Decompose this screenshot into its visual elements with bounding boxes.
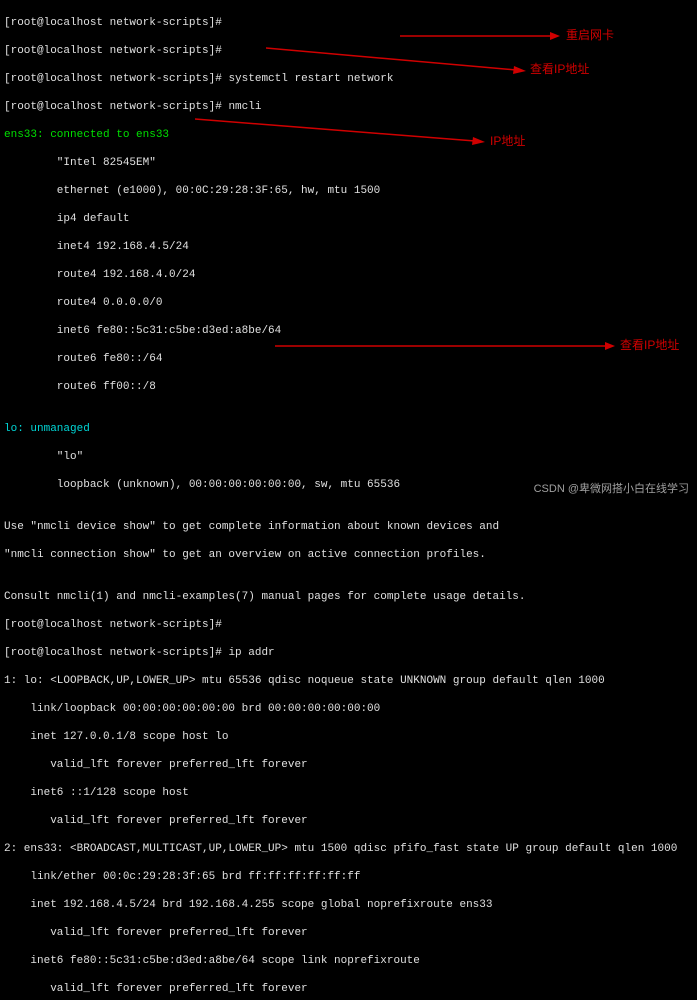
prompt-line: [root@localhost network-scripts]# xyxy=(4,16,693,30)
nmcli-lo-desc: loopback (unknown), 00:00:00:00:00:00, s… xyxy=(4,478,693,492)
nmcli-route4: route4 0.0.0.0/0 xyxy=(4,296,693,310)
prompt-line: [root@localhost network-scripts]# nmcli xyxy=(4,100,693,114)
prompt-line: [root@localhost network-scripts]# ip add… xyxy=(4,646,693,660)
nmcli-inet4: inet4 192.168.4.5/24 xyxy=(4,240,693,254)
nmcli-ens33-status: ens33: connected to ens33 xyxy=(4,128,693,142)
nmcli-inet6: inet6 fe80::5c31:c5be:d3ed:a8be/64 xyxy=(4,324,693,338)
ipaddr-ens33-inet6: inet6 fe80::5c31:c5be:d3ed:a8be/64 scope… xyxy=(4,954,693,968)
shell-prompt: [root@localhost network-scripts]# xyxy=(4,73,222,85)
nmcli-hint: "nmcli connection show" to get an overvi… xyxy=(4,548,693,562)
shell-prompt: [root@localhost network-scripts]# xyxy=(4,101,222,113)
ipaddr-ens33-link: link/ether 00:0c:29:28:3f:65 brd ff:ff:f… xyxy=(4,870,693,884)
nmcli-consult: Consult nmcli(1) and nmcli-examples(7) m… xyxy=(4,590,693,604)
ipaddr-ens33-inet: inet 192.168.4.5/24 brd 192.168.4.255 sc… xyxy=(4,898,693,912)
shell-prompt: [root@localhost network-scripts]# xyxy=(4,647,222,659)
ipaddr-valid: valid_lft forever preferred_lft forever xyxy=(4,814,693,828)
command-nmcli: nmcli xyxy=(228,101,261,113)
nmcli-lo-name: "lo" xyxy=(4,450,693,464)
shell-prompt: [root@localhost network-scripts]# xyxy=(4,17,222,29)
ipaddr-lo-header: 1: lo: <LOOPBACK,UP,LOWER_UP> mtu 65536 … xyxy=(4,674,693,688)
nmcli-route6: route6 fe80::/64 xyxy=(4,352,693,366)
ipaddr-lo-inet6: inet6 ::1/128 scope host xyxy=(4,786,693,800)
nmcli-hint: Use "nmcli device show" to get complete … xyxy=(4,520,693,534)
ipaddr-lo-inet: inet 127.0.0.1/8 scope host lo xyxy=(4,730,693,744)
nmcli-route4: route4 192.168.4.0/24 xyxy=(4,268,693,282)
ipaddr-valid: valid_lft forever preferred_lft forever xyxy=(4,982,693,996)
shell-prompt: [root@localhost network-scripts]# xyxy=(4,45,222,57)
nmcli-device-model: "Intel 82545EM" xyxy=(4,156,693,170)
nmcli-ip4-default: ip4 default xyxy=(4,212,693,226)
prompt-line: [root@localhost network-scripts]# xyxy=(4,44,693,58)
ipaddr-valid: valid_lft forever preferred_lft forever xyxy=(4,926,693,940)
nmcli-ethernet-mac: ethernet (e1000), 00:0C:29:28:3F:65, hw,… xyxy=(4,184,693,198)
command-ip-addr: ip addr xyxy=(228,647,274,659)
ipaddr-valid: valid_lft forever preferred_lft forever xyxy=(4,758,693,772)
prompt-line: [root@localhost network-scripts]# system… xyxy=(4,72,693,86)
prompt-line: [root@localhost network-scripts]# xyxy=(4,618,693,632)
nmcli-route6: route6 ff00::/8 xyxy=(4,380,693,394)
terminal-output[interactable]: [root@localhost network-scripts]# [root@… xyxy=(0,0,697,1000)
ipaddr-lo-link: link/loopback 00:00:00:00:00:00 brd 00:0… xyxy=(4,702,693,716)
nmcli-lo-status: lo: unmanaged xyxy=(4,422,693,436)
command-restart-network: systemctl restart network xyxy=(228,73,393,85)
ipaddr-ens33-header: 2: ens33: <BROADCAST,MULTICAST,UP,LOWER_… xyxy=(4,842,693,856)
shell-prompt: [root@localhost network-scripts]# xyxy=(4,619,222,631)
